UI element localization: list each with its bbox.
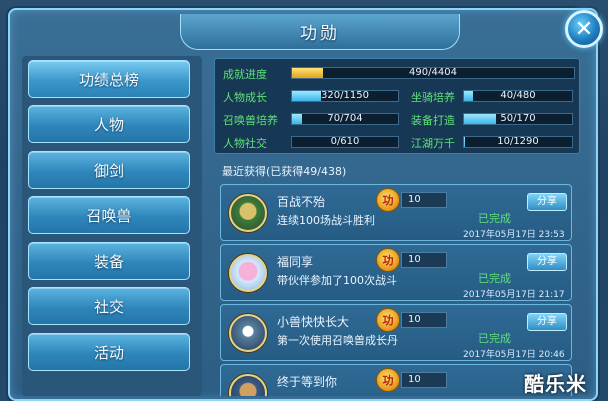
achievement-points: 10: [401, 372, 447, 388]
sidebar-item-equipment[interactable]: 装备: [28, 242, 190, 280]
sidebar-item-label: 御剑: [93, 161, 124, 180]
watermark-logo: 酷乐米: [524, 372, 587, 396]
achievement-card: 小兽快快长大 第一次使用召唤兽成长丹 功 10 已完成 分享 2017年05月1…: [220, 304, 572, 361]
achievement-time: 2017年05月17日 21:17: [463, 290, 565, 300]
stat-label-character-growth: 人物成长: [223, 91, 267, 104]
status-text: 已完成: [478, 212, 511, 225]
achievement-card: 福同享 带伙伴参加了100次战斗 功 10 已完成 分享 2017年05月17日…: [220, 244, 572, 301]
achievement-icon: [229, 314, 267, 352]
achievement-name: 百战不殆: [277, 195, 326, 209]
recent-title: 最近获得(已获得49/438): [222, 165, 347, 178]
status-text: 已完成: [478, 272, 511, 285]
sidebar-item-social[interactable]: 社交: [28, 287, 190, 325]
stat-label-mount: 坐骑培养: [411, 91, 455, 104]
stat-label-social: 人物社交: [223, 137, 267, 150]
sidebar-item-label: 社交: [93, 297, 124, 316]
stat-bar-equipment: 50/170: [463, 113, 573, 125]
sidebar-item-total-ranking[interactable]: 功绩总榜: [28, 60, 190, 98]
close-button[interactable]: ✕: [565, 10, 603, 48]
achievement-icon: [229, 254, 267, 292]
share-button[interactable]: 分享: [527, 253, 567, 271]
category-sidebar: 功绩总榜 人物 御剑 召唤兽 装备 社交 活动: [22, 56, 202, 396]
merit-medal-icon: 功: [376, 308, 400, 332]
achievement-desc: 带伙伴参加了100次战斗: [277, 274, 397, 287]
achievement-time: 2017年05月17日 23:53: [463, 230, 565, 240]
achievement-points: 10: [401, 192, 447, 208]
merit-medal-icon: 功: [376, 248, 400, 272]
stat-value: 10/1290: [497, 136, 539, 147]
share-button[interactable]: 分享: [527, 193, 567, 211]
sidebar-item-character[interactable]: 人物: [28, 105, 190, 143]
stat-label-jianghu: 江湖万千: [411, 137, 455, 150]
stat-label-equipment: 装备打造: [411, 114, 455, 127]
stat-value: 320/1150: [321, 90, 369, 101]
achievement-card: 终于等到你 功 10: [220, 364, 572, 396]
sidebar-item-summon[interactable]: 召唤兽: [28, 196, 190, 234]
stat-label-summon: 召唤兽培养: [223, 114, 278, 127]
stat-value: 40/480: [500, 90, 536, 101]
achievement-icon: [229, 194, 267, 232]
status-text: 已完成: [478, 332, 511, 345]
close-icon: ✕: [574, 16, 594, 42]
stat-bar-jianghu: 10/1290: [463, 136, 573, 148]
achievement-name: 小兽快快长大: [277, 315, 350, 329]
sidebar-item-label: 功绩总榜: [78, 70, 139, 89]
sidebar-item-label: 召唤兽: [86, 206, 132, 225]
achievement-points: 10: [401, 252, 447, 268]
stat-bar-character-growth: 320/1150: [291, 90, 399, 102]
progress-bar: 490/4404: [291, 67, 575, 79]
achievement-time: 2017年05月17日 20:46: [463, 350, 565, 360]
progress-label: 成就进度: [223, 68, 267, 81]
achievement-desc: 第一次使用召唤兽成长丹: [277, 334, 398, 347]
sidebar-item-label: 活动: [93, 343, 124, 362]
sidebar-item-sword[interactable]: 御剑: [28, 151, 190, 189]
progress-value: 490/4404: [409, 67, 457, 78]
share-button[interactable]: 分享: [527, 313, 567, 331]
sidebar-item-activity[interactable]: 活动: [28, 333, 190, 371]
stats-box: 成就进度 490/4404 人物成长 320/1150 坐骑培养 40/480 …: [214, 58, 580, 154]
stat-bar-mount: 40/480: [463, 90, 573, 102]
achievement-name: 福同享: [277, 255, 314, 269]
sidebar-item-label: 装备: [93, 252, 124, 271]
achievement-desc: 连续100场战斗胜利: [277, 214, 375, 227]
sidebar-item-label: 人物: [93, 115, 124, 134]
merit-medal-icon: 功: [376, 188, 400, 212]
panel-title: 功勋: [180, 14, 460, 50]
stat-bar-summon: 70/704: [291, 113, 399, 125]
achievement-points: 10: [401, 312, 447, 328]
achievement-name: 终于等到你: [277, 375, 338, 389]
achievement-icon: [229, 374, 267, 396]
stat-value: 0/610: [330, 136, 360, 147]
stat-value: 50/170: [500, 113, 536, 124]
achievement-card: 百战不殆 连续100场战斗胜利 功 10 已完成 分享 2017年05月17日 …: [220, 184, 572, 241]
merit-medal-icon: 功: [376, 368, 400, 392]
recent-achievement-list[interactable]: 百战不殆 连续100场战斗胜利 功 10 已完成 分享 2017年05月17日 …: [214, 180, 582, 396]
stat-value: 70/704: [327, 113, 363, 124]
stat-bar-social: 0/610: [291, 136, 399, 148]
